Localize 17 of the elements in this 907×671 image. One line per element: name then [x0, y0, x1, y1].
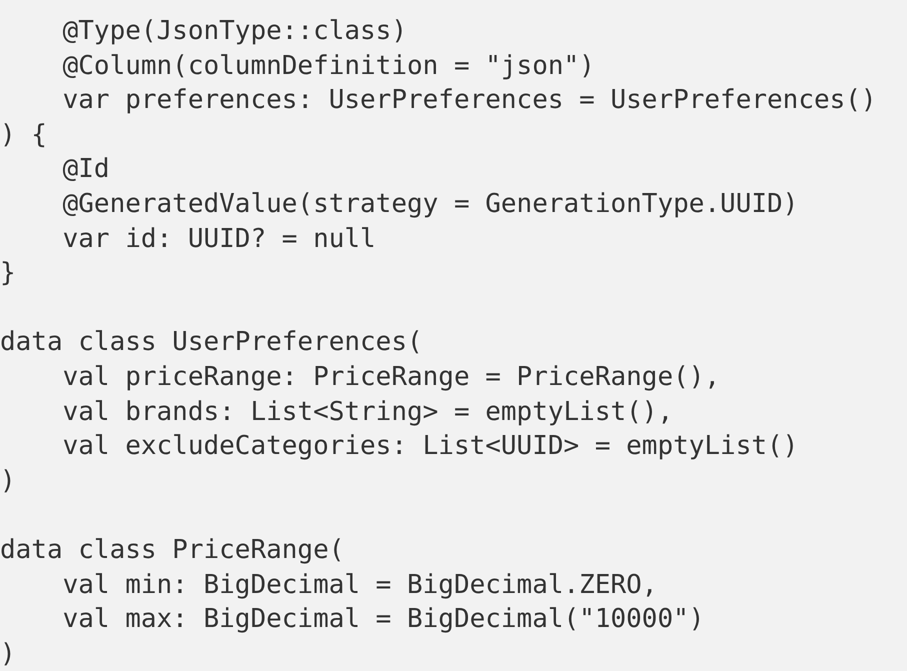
code-line: val max: BigDecimal = BigDecimal("10000"): [62, 603, 704, 636]
code-line: val brands: List<String> = emptyList(),: [62, 396, 674, 429]
code-line: @Column(columnDefinition = "json"): [62, 50, 595, 83]
code-line: data class UserPreferences(: [0, 326, 423, 360]
code-line: ): [0, 464, 16, 498]
code-line: val priceRange: PriceRange = PriceRange(),: [62, 360, 720, 394]
code-line: @Id: [62, 153, 110, 186]
code-line: }: [0, 257, 16, 290]
code-line: val min: BigDecimal = BigDecimal.ZERO,: [62, 568, 658, 602]
code-line: val excludeCategories: List<UUID> = emptyList(): [62, 430, 798, 464]
code-line: var preferences: UserPreferences = UserPreferences(): [62, 84, 877, 118]
code-line: @GeneratedValue(strategy = GenerationType.UUID): [62, 188, 798, 221]
code-line: ) {: [0, 118, 47, 152]
code-line: ): [0, 638, 16, 671]
code-line: @Type(JsonType::class): [62, 15, 407, 48]
code-line: var id: UUID? = null: [62, 222, 376, 256]
code-line: data class PriceRange(: [0, 534, 344, 567]
